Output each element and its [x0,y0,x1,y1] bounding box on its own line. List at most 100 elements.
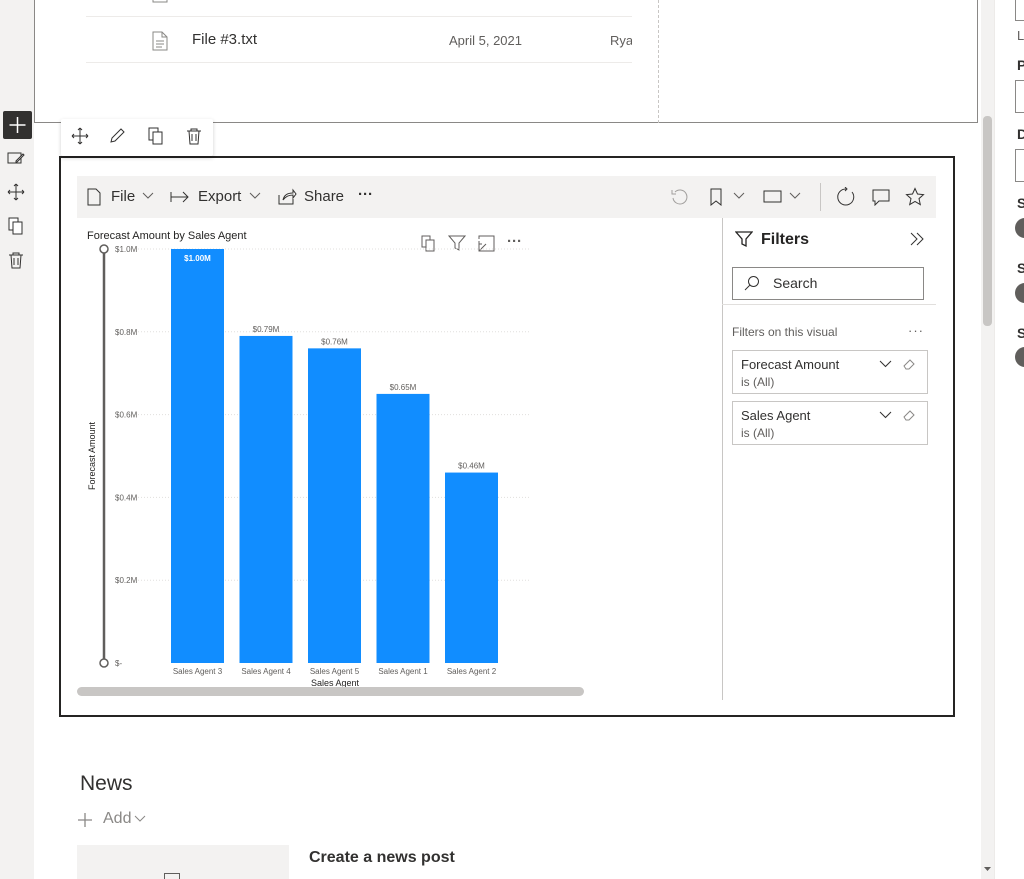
y-tick-label: $- [115,659,122,668]
toolbar-divider [820,183,821,211]
chevron-down-icon [142,192,154,200]
property-label: S [1017,260,1024,276]
chevron-down-icon[interactable] [733,192,745,200]
filter-card-name: Sales Agent [741,408,811,423]
property-toggle[interactable] [1015,283,1024,303]
filters-section-label: Filters on this visual [732,325,838,339]
x-tick-label: Sales Agent 5 [310,667,360,676]
page-scrollbar-thumb[interactable] [983,116,992,326]
duplicate-icon[interactable] [147,127,165,145]
news-section-title: News [80,772,133,795]
edit-section-icon[interactable] [7,150,25,166]
search-icon [744,275,760,291]
filters-pane-title: Filters [761,231,810,248]
chart-bar[interactable] [376,393,430,663]
bookmark-icon[interactable] [709,188,723,206]
property-input[interactable] [1015,149,1024,182]
chevron-down-icon[interactable] [879,360,892,368]
table-row[interactable] [86,0,632,17]
property-label: S [1017,195,1024,211]
data-label: $0.46M [458,462,485,471]
data-label: $0.79M [253,325,280,334]
document-icon [152,0,168,3]
data-label: $0.76M [321,337,348,346]
webpart-toolbar [61,119,213,156]
chart-bar[interactable] [308,348,361,663]
move-icon[interactable] [7,183,25,201]
filter-card-state: is (All) [741,375,775,389]
property-toggle[interactable] [1015,347,1024,367]
duplicate-icon[interactable] [7,217,25,235]
chevron-down-icon[interactable] [134,815,146,823]
refresh-icon[interactable] [836,187,856,207]
undo-icon[interactable] [670,188,688,206]
news-add-button[interactable]: Add [103,810,131,828]
edit-icon[interactable] [108,127,126,145]
clear-filter-icon[interactable] [903,409,916,421]
x-tick-label: Sales Agent 1 [378,667,428,676]
y-axis-title: Forecast Amount [87,421,97,490]
scroll-down-icon[interactable] [983,866,992,872]
zoom-slider-handle-bottom[interactable] [99,658,109,668]
property-input[interactable] [1015,80,1024,113]
clear-filter-icon[interactable] [903,358,916,370]
more-options-button[interactable]: ··· [358,186,373,203]
star-icon[interactable] [905,187,925,207]
document-icon [152,31,168,51]
y-tick-label: $1.0M [115,245,138,254]
y-tick-label: $0.8M [115,328,138,337]
property-toggle[interactable] [1015,218,1024,238]
delete-icon[interactable] [185,127,203,145]
chevron-down-icon[interactable] [789,192,801,200]
filters-more-button[interactable]: ··· [908,323,924,338]
news-thumbnail[interactable] [77,845,289,879]
chart-bar[interactable] [239,335,293,663]
share-button[interactable]: Share [304,188,344,205]
filter-icon [735,231,753,248]
chart-bar[interactable] [171,249,224,663]
create-news-post-link[interactable]: Create a news post [309,849,455,867]
report-horizontal-scrollbar[interactable] [77,687,584,696]
filter-search-placeholder: Search [773,275,818,291]
chart-bar[interactable] [445,472,498,663]
file-owner: Ryan [610,33,632,48]
bar-chart[interactable]: $- $0.2M $0.4M $0.6M $0.8M $1.0M $1.00M $0.79M… [77,236,537,688]
zoom-slider-handle-top[interactable] [99,244,109,254]
data-label: $1.00M [184,254,211,263]
add-section-button[interactable] [3,111,32,139]
file-icon [86,188,102,206]
file-menu-button[interactable]: File [111,188,135,205]
collapse-pane-icon[interactable] [909,232,925,246]
property-input[interactable] [1015,0,1024,21]
chevron-down-icon [249,192,261,200]
table-row[interactable]: File #3.txt April 5, 2021 Ryan [86,17,632,63]
property-label: P [1017,57,1024,73]
y-tick-label: $0.6M [115,411,138,420]
move-icon[interactable] [71,127,89,145]
property-label: S [1017,325,1024,341]
y-tick-label: $0.4M [115,493,138,502]
delete-icon[interactable] [7,251,25,269]
y-tick-label: $0.2M [115,576,138,585]
file-name[interactable]: File #3.txt [192,31,257,48]
export-button[interactable]: Export [198,188,241,205]
chevron-down-icon[interactable] [879,411,892,419]
view-icon[interactable] [763,190,783,204]
property-caption: Le [1017,28,1024,43]
share-icon [277,187,297,205]
plus-icon [9,117,26,133]
x-tick-label: Sales Agent 2 [447,667,497,676]
export-icon [170,190,190,204]
x-tick-label: Sales Agent 3 [173,667,223,676]
filter-card-state: is (All) [741,426,775,440]
x-tick-label: Sales Agent 4 [241,667,291,676]
filter-search-input[interactable] [732,267,924,300]
image-icon [164,873,180,879]
file-modified-date: April 5, 2021 [449,33,522,48]
column-divider [658,0,659,123]
property-label: D [1017,126,1024,142]
comment-icon[interactable] [871,188,891,206]
plus-icon[interactable] [77,812,93,828]
filter-card-name: Forecast Amount [741,357,840,372]
divider [722,304,936,305]
